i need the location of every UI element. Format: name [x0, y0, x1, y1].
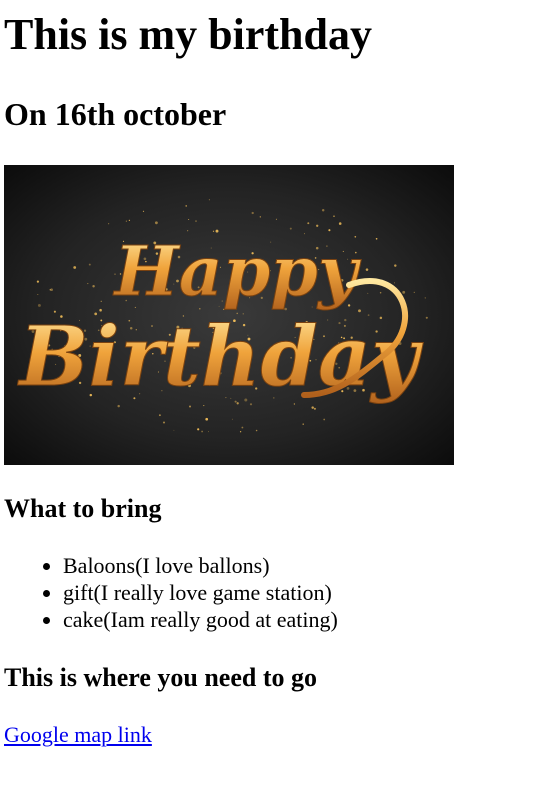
sparkle-dot	[333, 215, 335, 218]
sparkle-dot	[108, 223, 110, 225]
page-title: This is my birthday	[4, 10, 372, 59]
birthday-banner-image: Happy Birthday	[4, 165, 454, 465]
sparkle-dot	[379, 291, 382, 294]
sparkle-dot	[289, 227, 292, 230]
sparkle-dot	[87, 283, 89, 285]
sparkle-dot	[73, 266, 77, 269]
sparkle-dot	[197, 428, 200, 431]
sparkle-dot	[367, 292, 369, 294]
sparkle-dot	[394, 264, 397, 267]
sparkle-dot	[88, 263, 91, 266]
google-map-link[interactable]: Google map link	[4, 721, 152, 749]
sparkle-dot	[203, 405, 205, 407]
page-subtitle: On 16th october	[4, 96, 227, 132]
bring-list: Baloons(I love ballons) gift(I really lo…	[4, 552, 338, 633]
banner-line-birthday: Birthday	[17, 309, 424, 405]
sparkle-dot	[185, 205, 187, 207]
sparkle-dot	[100, 300, 102, 302]
sparkle-dot	[117, 404, 120, 408]
sparkle-dot	[128, 219, 131, 222]
sparkle-dot	[316, 224, 319, 227]
sparkle-dot	[255, 429, 258, 432]
sparkle-dot	[259, 216, 261, 218]
sparkle-dot	[201, 430, 203, 433]
sparkle-dot	[49, 289, 51, 291]
sparkle-dot	[154, 221, 158, 225]
sparkle-dot	[37, 303, 41, 307]
list-item: Baloons(I love ballons)	[63, 552, 338, 579]
sparkle-dot	[173, 429, 175, 431]
sparkle-dot	[125, 220, 128, 222]
sparkle-dot	[424, 297, 426, 299]
sparkle-dot	[393, 282, 396, 284]
sparkle-dot	[338, 222, 342, 225]
sparkle-dot	[311, 406, 314, 409]
list-item: gift(I really love game station)	[63, 579, 338, 606]
sparkle-dot	[375, 237, 378, 240]
sparkle-dot	[158, 414, 161, 417]
sparkle-dot	[37, 294, 39, 295]
sparkle-dot	[208, 431, 209, 433]
sparkle-dot	[323, 418, 326, 421]
where-heading: This is where you need to go	[4, 663, 317, 692]
sparkle-dot	[413, 291, 415, 294]
sparkle-dot	[425, 316, 428, 319]
sparkle-dot	[275, 218, 277, 220]
sparkle-dot	[189, 405, 191, 408]
sparkle-dot	[402, 290, 406, 294]
sparkle-dot	[307, 222, 310, 225]
sparkle-dot	[251, 211, 254, 215]
sparkle-dot	[365, 268, 369, 271]
sparkle-dot	[142, 210, 145, 212]
sparkle-dot	[321, 208, 325, 212]
sparkle-dot	[241, 426, 244, 429]
sparkle-dot	[205, 417, 209, 421]
sparkle-dot	[313, 407, 316, 410]
sparkle-dot	[36, 280, 40, 283]
sparkle-dot	[195, 220, 197, 222]
happy-birthday-artwork: Happy Birthday	[4, 165, 454, 465]
sparkle-dot	[92, 284, 95, 288]
bring-heading: What to bring	[4, 494, 162, 523]
sparkle-dot	[208, 199, 210, 201]
banner-line-happy: Happy	[113, 232, 362, 312]
sparkle-dot	[188, 219, 190, 220]
sparkle-dot	[162, 421, 166, 424]
sparkle-dot	[239, 431, 242, 433]
list-item: cake(Iam really good at eating)	[63, 606, 338, 633]
sparkle-dot	[302, 423, 304, 425]
sparkle-dot	[231, 418, 233, 420]
sparkle-dot	[328, 229, 331, 232]
